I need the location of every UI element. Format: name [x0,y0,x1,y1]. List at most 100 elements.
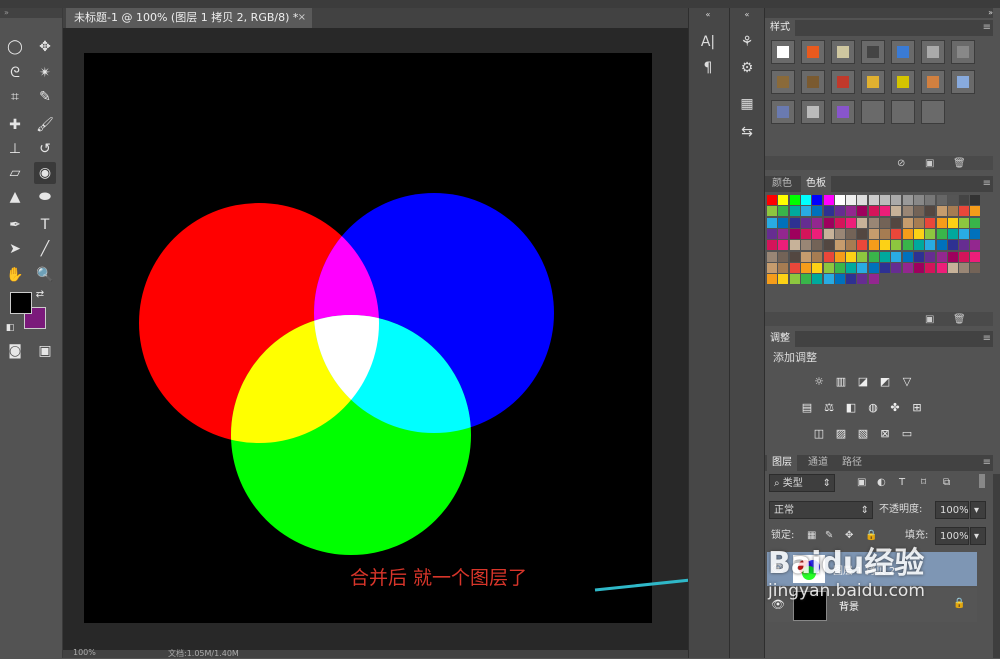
style-preset[interactable] [951,40,975,64]
clear-style-icon[interactable]: ⊘ [897,156,905,172]
color-swatch[interactable] [947,228,958,239]
healing-brush-tool-icon[interactable]: ✚ [4,114,26,136]
style-preset[interactable] [801,100,825,124]
color-swatch[interactable] [823,217,834,228]
color-swatch[interactable] [936,240,947,251]
color-swatch[interactable] [800,228,811,239]
opacity-field[interactable]: 100% [935,501,969,519]
color-swatch[interactable] [970,262,981,273]
gradient-map-icon[interactable]: ▭ [899,427,915,441]
color-swatch[interactable] [834,262,845,273]
color-swatch[interactable] [880,206,890,217]
color-swatch[interactable] [936,195,947,205]
color-swatch[interactable] [846,217,857,228]
style-preset[interactable] [831,100,855,124]
fill-field[interactable]: 100% [935,527,969,545]
color-swatch[interactable] [800,217,811,228]
style-preset[interactable] [921,100,945,124]
color-swatch[interactable] [902,240,913,251]
color-swatch[interactable] [834,217,845,228]
blend-mode-select[interactable]: 正常 ⇕ [769,501,873,519]
color-swatch[interactable] [891,240,902,251]
color-swatch[interactable] [857,206,868,217]
invert-icon[interactable]: ◫ [811,427,827,441]
pen-tool-icon[interactable]: ✒ [4,214,26,236]
color-swatch[interactable] [925,274,936,285]
lock-all-icon[interactable]: 🔒 [865,529,877,543]
hand-tool-icon[interactable]: ✋ [4,264,26,286]
color-swatch[interactable] [880,217,890,228]
color-swatch[interactable] [891,228,902,239]
color-swatch[interactable] [880,240,890,251]
color-swatch[interactable] [925,262,936,273]
threshold-icon[interactable]: ▧ [855,427,871,441]
color-swatch[interactable] [959,206,970,217]
magic-wand-tool-icon[interactable]: ✴ [34,62,56,84]
filter-type-icon[interactable]: T [899,476,905,490]
color-swatch[interactable] [902,262,913,273]
new-style-icon[interactable]: ▣ [925,156,934,172]
color-swatch[interactable] [891,262,902,273]
style-preset[interactable] [831,70,855,94]
photo-filter-icon[interactable]: ◍ [865,401,881,415]
panel-menu-icon[interactable]: ≡ [983,455,991,471]
eraser-tool-icon[interactable]: ▱ [4,162,26,184]
color-swatch[interactable] [913,217,924,228]
color-swatch[interactable] [959,251,970,262]
color-swatch[interactable] [913,274,924,285]
type-tool-icon[interactable]: T [34,214,56,236]
color-swatch[interactable] [812,206,823,217]
channel-mixer-icon[interactable]: ✤ [887,401,903,415]
color-swatch[interactable] [959,240,970,251]
color-swatch[interactable] [823,251,834,262]
color-swatch[interactable] [834,195,845,205]
color-swatch[interactable] [800,274,811,285]
color-swatch[interactable] [936,251,947,262]
panel-menu-icon[interactable]: ≡ [983,331,991,347]
swap-colors-icon[interactable]: ⇄ [34,288,46,300]
color-swatch[interactable] [970,228,981,239]
color-swatch[interactable] [834,251,845,262]
tab-channels[interactable]: 通道 [803,455,833,471]
color-swatch[interactable] [846,206,857,217]
color-swatch[interactable] [970,240,981,251]
color-swatch[interactable] [902,217,913,228]
color-swatch[interactable] [800,262,811,273]
color-swatch[interactable] [812,195,823,205]
color-swatch[interactable] [880,228,890,239]
color-balance-icon[interactable]: ⚖ [821,401,837,415]
color-swatch[interactable] [880,195,890,205]
color-swatch[interactable] [913,206,924,217]
tool-presets-icon[interactable]: ⚙ [736,58,758,78]
clone-stamp-tool-icon[interactable]: ⊥ [4,138,26,160]
color-swatch[interactable] [767,240,777,251]
path-selection-tool-icon[interactable]: ➤ [4,238,26,260]
exposure-icon[interactable]: ◩ [877,375,893,389]
color-swatch[interactable] [789,251,800,262]
color-swatch[interactable] [959,217,970,228]
color-swatch[interactable] [947,217,958,228]
color-swatch[interactable] [823,206,834,217]
paragraph-panel-icon[interactable]: ¶ [697,58,719,78]
color-swatch[interactable] [959,228,970,239]
tab-layers[interactable]: 图层 [767,455,797,471]
panel-menu-icon[interactable]: ≡ [983,20,991,36]
filter-adjustment-icon[interactable]: ◐ [877,476,886,490]
document-canvas[interactable] [84,53,652,623]
color-swatch[interactable] [925,251,936,262]
quick-mask-icon[interactable]: ◙ [4,340,26,362]
color-swatch[interactable] [846,251,857,262]
color-swatch[interactable] [959,195,970,205]
marquee-tool-icon[interactable]: ◯ [4,36,26,58]
lock-transparent-icon[interactable]: ▦ [807,529,816,543]
screen-mode-icon[interactable]: ▣ [34,340,56,362]
color-swatch[interactable] [902,228,913,239]
color-swatch[interactable] [789,217,800,228]
new-swatch-icon[interactable]: ▣ [925,312,934,328]
color-swatch[interactable] [800,206,811,217]
selective-color-icon[interactable]: ⊠ [877,427,893,441]
status-zoom[interactable]: 100% [73,648,96,657]
color-swatch[interactable] [857,195,868,205]
color-swatch[interactable] [767,195,777,205]
eyedropper-tool-icon[interactable]: ✎ [34,86,56,108]
